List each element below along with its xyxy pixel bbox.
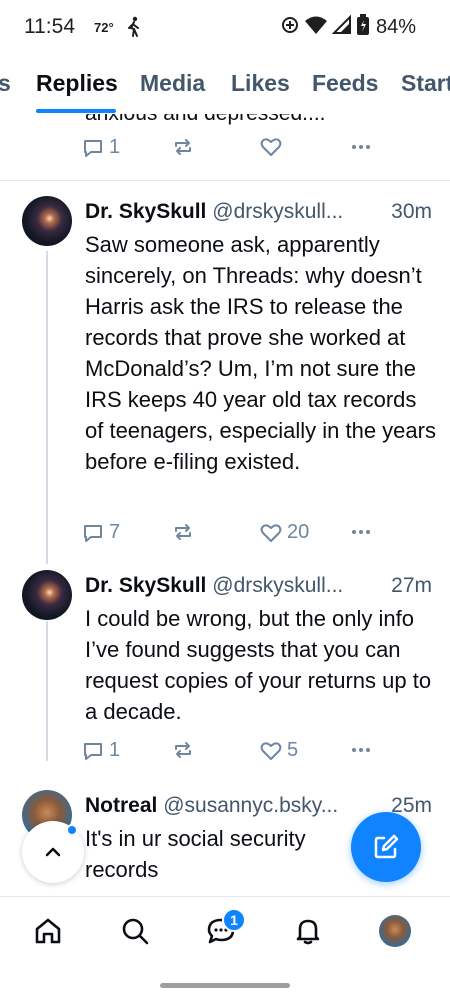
tab-replies[interactable]: Replies	[36, 70, 118, 97]
status-temperature: 72°	[94, 20, 114, 35]
nav-notifications[interactable]	[290, 913, 326, 949]
reply-count: 7	[109, 521, 121, 543]
compose-icon	[374, 834, 399, 859]
walking-icon	[126, 16, 142, 43]
tab-feeds[interactable]: Feeds	[312, 70, 378, 97]
repost-button[interactable]	[172, 521, 194, 543]
reply-count: 1	[109, 136, 121, 158]
author-handle[interactable]: @drskyskull...	[212, 200, 343, 223]
battery-icon	[356, 14, 370, 41]
battery-percent: 84%	[375, 16, 416, 38]
repost-button[interactable]	[172, 136, 194, 158]
tab-media[interactable]: Media	[140, 70, 205, 97]
author-handle[interactable]: @susannyc.bsky...	[163, 794, 338, 817]
signal-icon	[331, 14, 352, 40]
post-header: Dr. SkySkull @drskyskull...	[85, 200, 435, 224]
avatar[interactable]	[22, 196, 72, 246]
thread-line	[46, 621, 48, 761]
reply-icon	[84, 742, 102, 760]
partial-post-text: anxious and depressed....	[85, 114, 326, 126]
ellipsis-icon	[352, 145, 370, 149]
heart-icon	[260, 523, 282, 542]
post-divider	[0, 180, 450, 181]
avatar[interactable]	[22, 570, 72, 620]
post-actions: 7 20	[82, 521, 382, 549]
status-bar: 11:54 72° 84%	[0, 0, 450, 56]
reply-icon	[84, 139, 102, 157]
heart-icon	[260, 741, 282, 760]
compose-button[interactable]	[351, 812, 421, 882]
nav-home[interactable]	[30, 913, 66, 949]
post-text: Saw someone ask, apparently sincerely, o…	[85, 232, 436, 474]
post-text: I could be wrong, but the only info I’ve…	[85, 606, 432, 724]
author-name[interactable]: Dr. SkySkull	[85, 574, 206, 597]
repost-icon	[175, 139, 191, 155]
tab-likes[interactable]: Likes	[231, 70, 290, 97]
post-header: Dr. SkySkull @drskyskull...	[85, 574, 435, 598]
chat-unread-badge: 1	[222, 908, 246, 932]
ellipsis-icon	[352, 530, 370, 534]
ellipsis-icon	[352, 748, 370, 752]
status-time: 11:54	[24, 15, 75, 38]
post-time: 30m	[391, 200, 432, 223]
like-count: 5	[287, 739, 299, 761]
like-button[interactable]	[260, 136, 282, 158]
new-posts-dot	[66, 824, 78, 836]
home-icon	[35, 918, 61, 944]
nav-search[interactable]	[117, 913, 153, 949]
heart-icon	[260, 138, 282, 156]
like-button[interactable]: 20	[260, 521, 309, 544]
post-time: 27m	[391, 574, 432, 597]
author-handle[interactable]: @drskyskull...	[212, 574, 343, 597]
reply-button[interactable]: 1	[82, 739, 120, 762]
repost-icon	[175, 524, 191, 540]
gesture-handle[interactable]	[160, 983, 290, 988]
active-tab-indicator	[36, 109, 116, 113]
tab-starter-packs[interactable]: Start	[401, 70, 450, 97]
bell-icon	[296, 919, 320, 945]
post-text: It's in ur social security records	[85, 826, 306, 882]
more-options-button[interactable]	[350, 521, 372, 543]
tab-previous[interactable]: s	[0, 70, 11, 97]
thread-line	[46, 251, 48, 564]
data-saver-icon	[280, 15, 300, 40]
partial-post-actions: 1	[82, 136, 382, 164]
repost-icon	[175, 742, 191, 758]
like-button[interactable]: 5	[260, 739, 298, 762]
chevron-up-icon	[45, 847, 61, 857]
more-options-button[interactable]	[350, 739, 372, 761]
nav-profile[interactable]	[377, 913, 413, 949]
reply-button[interactable]: 1	[82, 136, 120, 159]
profile-tabs: s Replies Media Likes Feeds Start	[0, 56, 450, 114]
search-icon	[122, 918, 149, 945]
author-name[interactable]: Notreal	[85, 794, 157, 817]
post-actions: 1 5	[82, 739, 382, 767]
wifi-icon	[304, 15, 328, 40]
like-count: 20	[287, 521, 310, 543]
reply-button[interactable]: 7	[82, 521, 120, 544]
feed[interactable]: anxious and depressed.... 1 Dr. SkySkull…	[0, 114, 450, 896]
reply-count: 1	[109, 739, 121, 761]
bottom-navigation	[0, 896, 450, 966]
repost-button[interactable]	[172, 739, 194, 761]
author-name[interactable]: Dr. SkySkull	[85, 200, 206, 223]
more-options-button[interactable]	[350, 136, 372, 158]
status-icons: 84%	[280, 14, 416, 41]
reply-icon	[84, 524, 102, 542]
profile-avatar[interactable]	[379, 915, 411, 947]
